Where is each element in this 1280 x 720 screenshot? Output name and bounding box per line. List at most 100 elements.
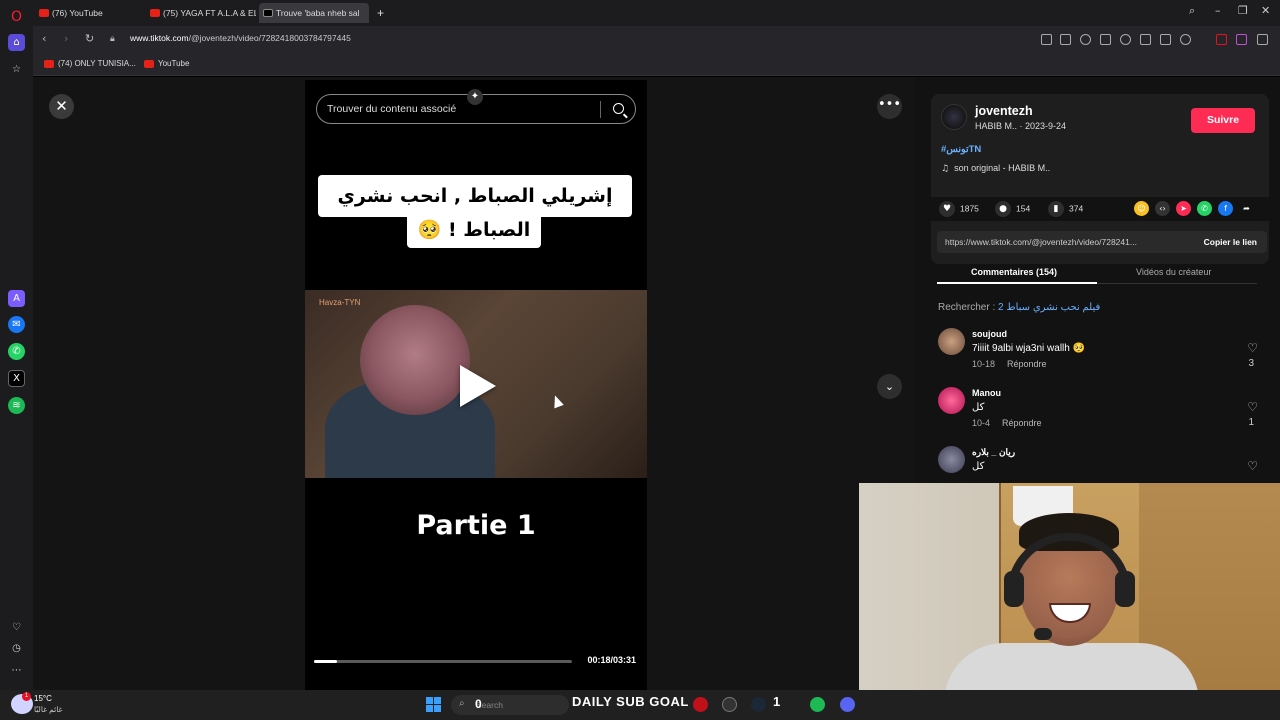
reply-button[interactable]: Répondre <box>1002 418 1042 428</box>
shield-icon[interactable] <box>1080 34 1091 45</box>
caption-line-1: إشريلي الصباط , انحب نشري <box>318 175 632 217</box>
bookmark-icon: ▮ <box>1048 201 1064 217</box>
steam-icon[interactable] <box>751 697 766 712</box>
search-icon[interactable] <box>613 103 624 114</box>
whatsapp-icon[interactable]: ✆ <box>8 343 25 360</box>
new-tab-button[interactable]: + <box>374 3 390 23</box>
send-icon[interactable]: ➤ <box>1176 201 1191 216</box>
comment-text: 7iiiit 9albi wja3ni wallh 🥺 <box>972 343 1086 354</box>
search-placeholder: Trouver du contenu associé <box>327 103 457 115</box>
bookmark-youtube[interactable]: YouTube <box>144 59 189 68</box>
tab-creator-videos[interactable]: Vidéos du créateur <box>1136 267 1211 277</box>
reply-button[interactable]: Répondre <box>1007 359 1047 369</box>
close-window-icon[interactable]: ✕ <box>1261 4 1270 17</box>
maximize-icon[interactable]: ❐ <box>1238 4 1248 17</box>
tab-yaga[interactable]: (75) YAGA FT A.L.A & EL C <box>146 3 256 23</box>
heart-icon[interactable]: ♡ <box>1247 341 1258 355</box>
screen: O ⌂ ☆ A ✉ ✆ X ≋ ♡ ◷ ⋯ (76) YouTube (75) … <box>0 0 1280 720</box>
discord-icon[interactable] <box>840 697 855 712</box>
comment-text: كل <box>972 461 985 472</box>
music-info[interactable]: ♫ son original - HABIB M.. <box>941 163 1050 174</box>
active-tab-indicator <box>937 282 1097 284</box>
messenger-icon[interactable]: ✉ <box>8 316 25 333</box>
menu-icon[interactable] <box>1160 34 1171 45</box>
search-tabs-icon[interactable]: ⌕ <box>1189 4 1195 18</box>
minimize-icon[interactable]: – <box>1215 4 1221 17</box>
caption-line-2: الصباط ! 🥺 <box>407 214 541 248</box>
extension-icon[interactable] <box>1236 34 1247 45</box>
next-video-button[interactable]: ⌄ <box>877 374 902 399</box>
star-icon[interactable]: ☆ <box>8 61 25 78</box>
friends-share-icon[interactable]: ☺ <box>1134 201 1149 216</box>
hashtag-link[interactable]: #تونسTN <box>941 144 981 155</box>
heart-icon[interactable]: ♡ <box>1247 459 1258 473</box>
follow-button[interactable]: Suivre <box>1191 108 1255 133</box>
tab-tiktok[interactable]: Trouve 'baba nheb sal <box>259 3 369 23</box>
copy-link-button[interactable]: Copier le lien <box>1204 237 1257 247</box>
obs-icon[interactable] <box>722 697 737 712</box>
share-arrow-icon[interactable]: ➦ <box>1239 201 1254 216</box>
heart-icon[interactable]: ♡ <box>8 619 25 636</box>
download-icon[interactable] <box>1140 34 1151 45</box>
facebook-share-icon[interactable]: f <box>1218 201 1233 216</box>
avatar[interactable] <box>938 328 965 355</box>
play-icon[interactable] <box>1100 34 1111 45</box>
heart-icon[interactable]: ♡ <box>1247 400 1258 414</box>
reload-icon[interactable]: ↻ <box>85 32 94 45</box>
edit-icon[interactable] <box>1041 34 1052 45</box>
whatsapp-share-icon[interactable]: ✆ <box>1197 201 1212 216</box>
comment-user[interactable]: Manou <box>972 388 1001 398</box>
back-icon[interactable]: ‹ <box>42 32 46 45</box>
search-suggestion[interactable]: Rechercher : فيلم نحب نشري سباط 2 <box>938 302 1100 313</box>
tab-youtube[interactable]: (76) YouTube <box>35 3 143 23</box>
search-icon: ⌕ <box>459 698 465 709</box>
x-twitter-icon[interactable]: X <box>8 370 25 387</box>
tiktok-icon <box>263 9 273 17</box>
history-icon[interactable]: ◷ <box>8 640 25 657</box>
extensions-icon[interactable] <box>1257 34 1268 45</box>
author-username[interactable]: joventezh <box>975 104 1033 118</box>
opera-taskbar-icon[interactable] <box>693 697 708 712</box>
sparkle-icon[interactable]: ✦ <box>467 89 483 105</box>
more-icon[interactable]: ⋯ <box>8 662 25 679</box>
avatar[interactable] <box>941 104 967 130</box>
webcam-overlay <box>859 483 1280 720</box>
more-options-button[interactable]: ••• <box>877 94 902 119</box>
comment-user[interactable]: ريان _ بلاره <box>972 447 1015 458</box>
heart-icon[interactable] <box>1120 34 1131 45</box>
save-stat[interactable]: ▮ 374 <box>1048 201 1083 217</box>
avatar[interactable] <box>938 387 965 414</box>
progress-bar[interactable] <box>314 660 572 663</box>
camera-icon[interactable] <box>1060 34 1071 45</box>
spotify-taskbar-icon[interactable] <box>810 697 825 712</box>
tab-label: (75) YAGA FT A.L.A & EL C <box>163 8 256 18</box>
comment-icon: ● <box>995 201 1011 217</box>
lock-icon: 🔒︎ <box>110 34 115 44</box>
comment-stat[interactable]: ● 154 <box>995 201 1030 217</box>
taskbar-search[interactable]: ⌕ Search 0 <box>451 695 569 715</box>
account-icon[interactable] <box>1180 34 1191 45</box>
like-stat[interactable]: ♥ 1875 <box>939 201 979 217</box>
panel-tabs: Commentaires (154) Vidéos du créateur <box>937 262 1257 284</box>
youtube-icon <box>44 60 54 68</box>
windows-start-icon[interactable] <box>426 697 441 712</box>
play-icon[interactable] <box>460 365 496 407</box>
video-player[interactable]: Trouver du contenu associé ✦ إشريلي الصب… <box>305 80 647 690</box>
forward-icon[interactable]: › <box>64 32 68 45</box>
aria-icon[interactable]: A <box>8 290 25 307</box>
embed-icon[interactable]: ‹› <box>1155 201 1170 216</box>
tab-comments[interactable]: Commentaires (154) <box>971 267 1057 277</box>
comment-user[interactable]: soujoud <box>972 329 1007 339</box>
url-field[interactable]: www.tiktok.com/@joventezh/video/72824180… <box>130 33 351 43</box>
extension-icon[interactable] <box>1216 34 1227 45</box>
home-icon[interactable]: ⌂ <box>8 34 25 51</box>
close-button[interactable]: ✕ <box>49 94 74 119</box>
url-path: /@joventezh/video/7282418003784797445 <box>188 33 351 43</box>
copy-link-row: https://www.tiktok.com/@joventezh/video/… <box>937 231 1267 253</box>
bookmark-only-tunisia[interactable]: (74) ONLY TUNISIA... <box>44 59 136 68</box>
weather-badge: 1 <box>22 692 31 701</box>
opera-logo-icon[interactable]: O <box>8 8 25 25</box>
heart-icon: ♥ <box>939 201 955 217</box>
avatar[interactable] <box>938 446 965 473</box>
spotify-icon[interactable]: ≋ <box>8 397 25 414</box>
